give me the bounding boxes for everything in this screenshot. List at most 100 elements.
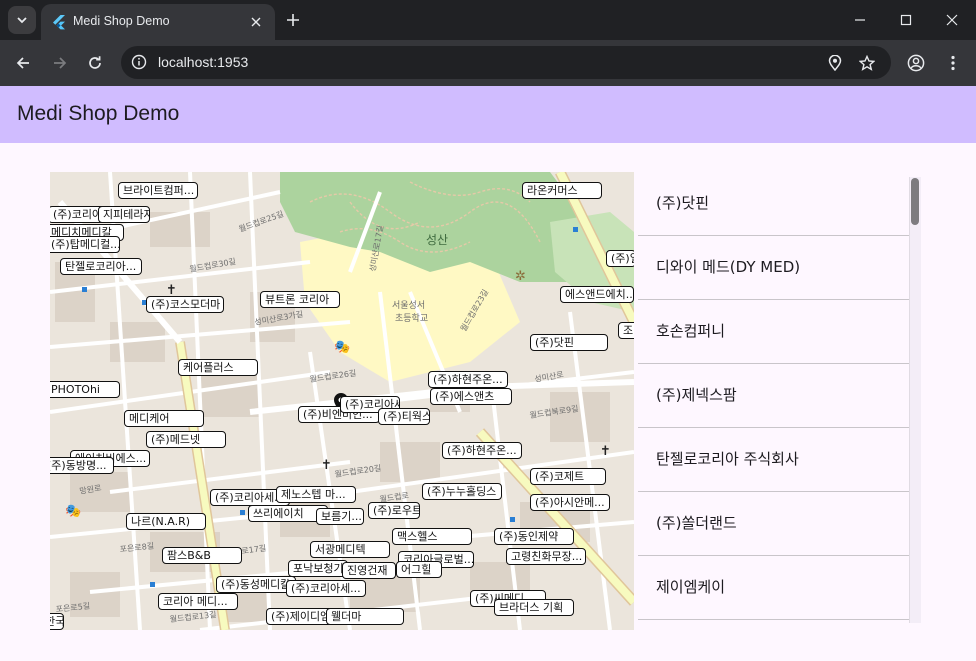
map-marker-label[interactable]: (주)하현주온...: [428, 371, 508, 388]
list-item-label: (주)제넥스팜: [656, 386, 737, 404]
map-marker-label[interactable]: (주)코스모더마: [146, 296, 224, 313]
map-marker-label[interactable]: (주)티웍스...: [378, 408, 430, 425]
map-marker-label[interactable]: 한국도...: [50, 613, 64, 630]
map-marker-label[interactable]: (주)하현주온...: [442, 442, 522, 459]
map-marker-label[interactable]: 조...: [618, 322, 634, 339]
reload-button[interactable]: [82, 50, 108, 76]
map-marker-label[interactable]: (주)로우트립...: [368, 502, 420, 519]
list-item-label: 탄젤로코리아 주식회사: [656, 450, 799, 468]
list-item[interactable]: (주)제넥스팜: [638, 364, 921, 428]
list-item-label: 호손컴퍼니: [656, 322, 726, 340]
list-item-label: (주)쏠더랜드: [656, 514, 737, 532]
map-marker-label[interactable]: 나르(N.A.R): [126, 513, 206, 530]
tab-title: Medi Shop Demo: [73, 14, 170, 28]
map-marker-label[interactable]: 코리아 메디...: [158, 593, 238, 610]
reload-icon: [89, 56, 101, 69]
plus-icon: [287, 14, 299, 26]
map-marker-label[interactable]: 웰더마: [326, 608, 404, 625]
bookmark-button[interactable]: [857, 53, 877, 73]
list-item[interactable]: (주)닷핀: [638, 172, 921, 236]
map-marker-label[interactable]: (주)에스앤츠: [430, 388, 512, 405]
browser-tab[interactable]: Medi Shop Demo: [41, 4, 275, 40]
list-scrollbar[interactable]: [909, 177, 921, 623]
map-marker-label[interactable]: 브라더스 기획: [494, 599, 574, 616]
close-icon: [251, 17, 261, 27]
svg-text:✝: ✝: [321, 458, 332, 473]
tab-search-button[interactable]: [8, 6, 36, 34]
svg-text:🎭: 🎭: [65, 504, 81, 519]
map-marker-label[interactable]: (주)코리아세...: [286, 580, 366, 597]
map-marker-label[interactable]: 에스앤드에치...: [560, 286, 634, 303]
map-marker-label[interactable]: 케어플러스: [178, 359, 258, 376]
map-marker-label[interactable]: (주)아시안메...: [530, 494, 610, 511]
list-item[interactable]: 호손컴퍼니: [638, 300, 921, 364]
browser-tabstrip: Medi Shop Demo: [0, 0, 976, 40]
map-label-school: 서울성서: [392, 300, 425, 311]
map-marker-label[interactable]: 진영건재: [342, 562, 396, 579]
map-marker-label[interactable]: 팜스B&B: [162, 547, 242, 564]
app-title: Medi Shop Demo: [17, 102, 180, 125]
window-close-button[interactable]: [940, 8, 964, 32]
map-marker-label[interactable]: 맥스헬스: [392, 528, 472, 545]
map-marker-label[interactable]: 메디케어: [124, 410, 204, 427]
flutter-icon: [53, 15, 65, 30]
location-pin-button[interactable]: [825, 53, 845, 73]
map-label-park: 성산: [426, 233, 448, 247]
app-root: Medi Shop Demo 성산 서울성서 초등학교 월드컵북로9길 월드컵로…: [0, 86, 976, 661]
app-bar: Medi Shop Demo: [0, 86, 976, 143]
map-marker-label[interactable]: 서광메디텍: [310, 541, 390, 558]
map-marker-label[interactable]: (주)탑메디컬...: [50, 236, 120, 253]
map-marker-label[interactable]: 라온커머스: [522, 182, 602, 199]
menu-button[interactable]: [940, 50, 966, 76]
map-marker-label[interactable]: 고령친화무장...: [506, 548, 586, 565]
back-button[interactable]: [10, 50, 36, 76]
info-icon[interactable]: [131, 54, 147, 70]
arrow-right-icon: [54, 57, 67, 69]
star-icon: [859, 55, 875, 71]
map-marker-label[interactable]: 탄젤로코리아...: [60, 258, 142, 275]
location-pin-icon: [828, 55, 842, 71]
list-item[interactable]: (주)쏠더랜드: [638, 492, 921, 556]
map-marker-label[interactable]: 뷰트론 코리아: [260, 291, 340, 308]
map-marker-label[interactable]: (주)메드넷: [146, 431, 226, 448]
minimize-button[interactable]: [848, 8, 872, 32]
chevron-down-icon: [17, 17, 27, 24]
svg-text:✲: ✲: [515, 269, 526, 284]
map-marker-label[interactable]: (주)동방명...: [50, 457, 114, 474]
map-marker-label[interactable]: 포낙보청기: [288, 560, 348, 577]
more-vert-icon: [951, 55, 955, 71]
map-marker-label[interactable]: 브라이트컴퍼...: [118, 182, 198, 199]
shop-list[interactable]: (주)닷핀 디와이 메드(DY MED) 호손컴퍼니 (주)제넥스팜 탄젤로코리…: [638, 172, 921, 626]
close-icon: [946, 14, 958, 26]
new-tab-button[interactable]: [283, 10, 303, 30]
list-item[interactable]: 디와이 메드(DY MED): [638, 236, 921, 300]
map-marker-label[interactable]: (주)코제트: [530, 468, 606, 485]
map-marker-label[interactable]: 보름기...: [316, 508, 364, 525]
map-marker-label[interactable]: 지피테라자: [98, 206, 150, 223]
map-marker-label[interactable]: 제노스텝 마...: [276, 486, 356, 503]
forward-button[interactable]: [47, 50, 73, 76]
map-marker-label[interactable]: (주)누누홀딩스: [422, 483, 502, 500]
map-marker-label[interactable]: PHOTOhi: [50, 381, 120, 398]
profile-button[interactable]: [903, 50, 929, 76]
map-marker-label[interactable]: (주)일...: [606, 250, 634, 267]
list-item-label: 디와이 메드(DY MED): [656, 258, 801, 276]
url-text[interactable]: localhost:1953: [158, 54, 248, 70]
list-item[interactable]: 제이엠케이: [638, 556, 921, 620]
list-item[interactable]: 탄젤로코리아 주식회사: [638, 428, 921, 492]
map-marker-label[interactable]: (주)동인제약: [494, 528, 574, 545]
map-view[interactable]: 성산 서울성서 초등학교 월드컵북로9길 월드컵로26길 월드컵로20길 월드컵…: [50, 172, 634, 630]
list-scrollbar-thumb[interactable]: [911, 178, 919, 225]
svg-text:✝: ✝: [600, 444, 611, 459]
arrow-left-icon: [16, 57, 29, 69]
map-marker-label[interactable]: 어그힐: [396, 561, 442, 578]
list-item-label: 제이엠케이: [656, 578, 726, 596]
maximize-icon: [900, 14, 912, 26]
address-bar[interactable]: localhost:1953: [121, 46, 891, 79]
maximize-button[interactable]: [894, 8, 918, 32]
browser-toolbar: localhost:1953: [0, 40, 976, 86]
map-marker-label[interactable]: (주)동성메디칼: [216, 576, 296, 593]
map-marker-label[interactable]: (주)닷핀: [530, 334, 608, 351]
list-item-label: (주)닷핀: [656, 194, 710, 212]
tab-close-button[interactable]: [247, 13, 265, 31]
